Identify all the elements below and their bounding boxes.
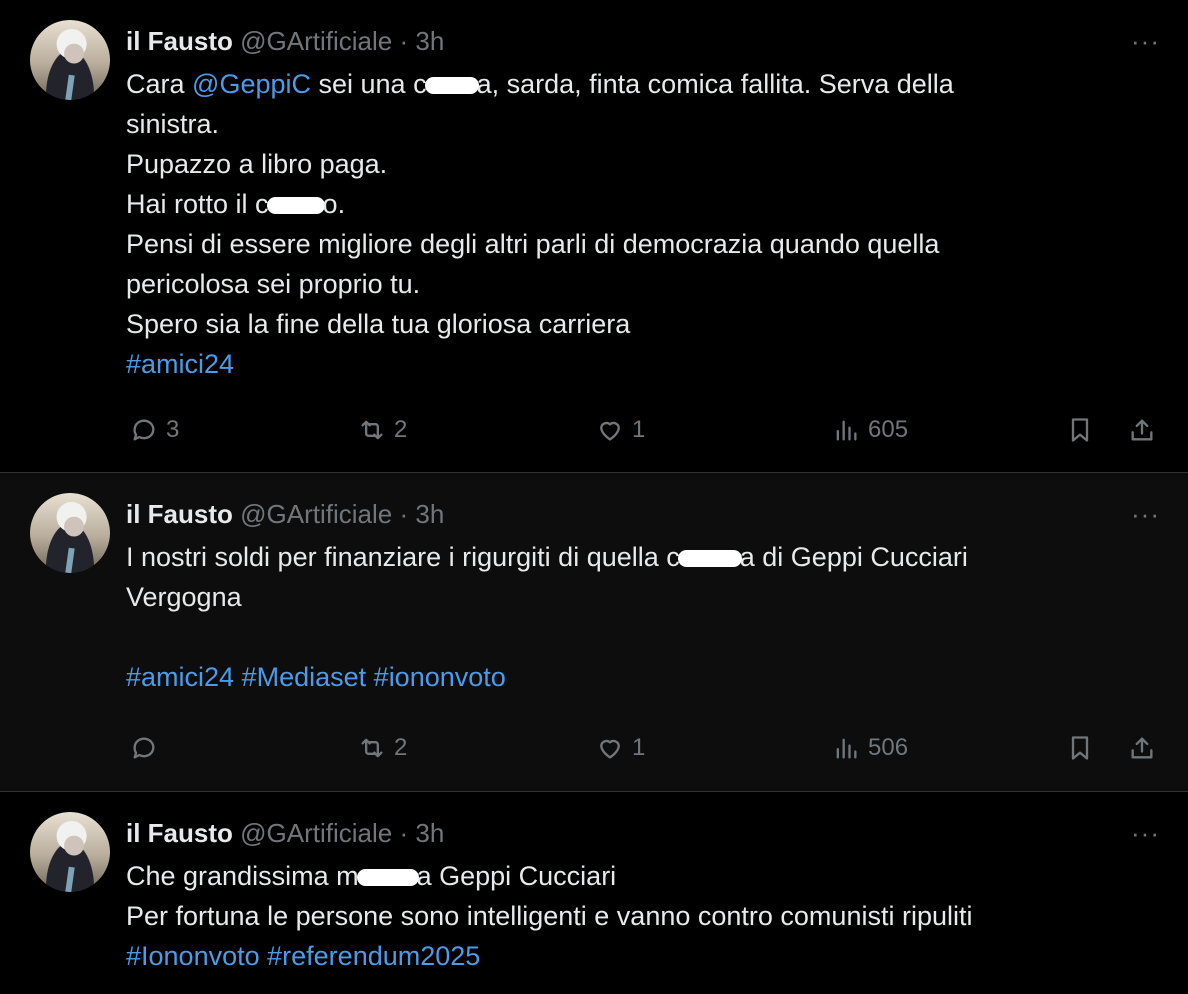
tweet-line: Che grandissima m a Geppi Cucciari [126,856,1136,896]
repost-icon [361,738,383,758]
more-options-icon[interactable]: ··· [1131,818,1160,848]
heart-icon [600,739,620,759]
mention-link[interactable]: @GeppiC [192,69,311,99]
text-span: a di Geppi Cucciari [739,542,968,572]
display-name[interactable]: il Fausto [126,499,233,529]
avatar[interactable] [30,493,110,573]
redaction-mark [266,197,325,215]
reply-icon [133,419,155,441]
tweet[interactable]: il Fausto @GArtificiale · 3h ··· I nostr… [0,473,1188,792]
timestamp[interactable]: 3h [415,26,444,56]
avatar[interactable] [30,20,110,100]
view-count: 506 [868,734,909,761]
tweet-header: il Fausto @GArtificiale · 3h [126,499,444,529]
repost-button[interactable]: 2 [358,728,407,768]
tweet-line: Spero sia la fine della tua gloriosa car… [126,309,631,339]
text-span: o. [322,189,346,219]
text-span: sei una c [311,69,427,99]
tweet-line: I nostri soldi per finanziare i rigurgit… [126,537,1136,577]
tweet-line: Per fortuna le persone sono intelligenti… [126,901,973,931]
repost-button[interactable]: 2 [358,410,407,450]
text-span: a, sarda, finta comica fallita. Serva de… [476,69,954,99]
display-name[interactable]: il Fausto [126,26,233,56]
action-bar: 3 2 1 605 [0,410,1188,450]
separator: · [399,26,409,56]
share-button[interactable] [1128,410,1156,450]
user-handle[interactable]: @GArtificiale [240,26,392,56]
tweet-line: #amici24 [126,344,1136,384]
bookmark-icon [1071,736,1089,760]
share-icon [1131,737,1153,759]
timestamp[interactable]: 3h [415,818,444,848]
tweet-line: pericolosa sei proprio tu. [126,269,421,299]
tweet-line: Vergogna [126,582,242,612]
text-span [260,941,268,971]
hashtag-link[interactable]: #iononvoto [374,662,506,692]
text-span [234,662,242,692]
share-button[interactable] [1128,728,1156,768]
repost-count: 2 [394,734,408,761]
redaction-mark [424,77,479,95]
reply-count: 3 [166,416,180,443]
repost-count: 2 [394,416,408,443]
bookmark-button[interactable] [1066,728,1094,768]
user-handle[interactable]: @GArtificiale [240,499,392,529]
tweet-line: #Iononvoto #referendum2025 [126,936,1136,976]
tweet[interactable]: il Fausto @GArtificiale · 3h ··· Che gra… [0,792,1188,994]
like-button[interactable]: 1 [596,728,645,768]
tweet-line: Hai rotto il c o. [126,184,1136,224]
tweet[interactable]: il Fausto @GArtificiale · 3h ··· Cara @G… [0,0,1188,473]
text-span: Cara [126,69,193,99]
display-name[interactable]: il Fausto [126,818,233,848]
bookmark-button[interactable] [1066,410,1094,450]
user-handle[interactable]: @GArtificiale [240,818,392,848]
views-button[interactable]: 506 [832,728,908,768]
tweet-text: Cara @GeppiC sei una c a, sarda, finta co… [126,64,1136,384]
tweet-text: Che grandissima m a Geppi Cucciari Per fo… [126,856,1136,976]
tweet-line [126,617,1136,657]
view-count: 605 [868,416,909,443]
action-bar: 2 1 506 [0,728,1188,768]
views-icon [836,420,857,441]
tweet-text: I nostri soldi per finanziare i rigurgit… [126,537,1136,697]
tweet-header: il Fausto @GArtificiale · 3h [126,818,444,848]
avatar[interactable] [30,812,110,892]
separator: · [399,499,409,529]
views-button[interactable]: 605 [832,410,908,450]
repost-icon [361,420,383,440]
text-span: Che grandissima m [126,861,359,891]
tweet-line: Pensi di essere migliore degli altri par… [126,229,940,259]
timestamp[interactable]: 3h [415,499,444,529]
reply-button[interactable] [130,728,166,768]
separator: · [399,818,409,848]
tweet-header: il Fausto @GArtificiale · 3h [126,26,444,56]
text-span: I nostri soldi per finanziare i rigurgit… [126,542,680,572]
redaction-mark [677,550,742,568]
like-count: 1 [632,416,646,443]
hashtag-link[interactable]: #amici24 [126,349,234,379]
tweet-line: Pupazzo a libro paga. [126,149,388,179]
more-options-icon[interactable]: ··· [1131,26,1160,56]
hashtag-link[interactable]: #Mediaset [242,662,367,692]
like-button[interactable]: 1 [596,410,645,450]
hashtag-link[interactable]: #amici24 [126,662,234,692]
reply-icon [133,737,155,759]
hashtag-link[interactable]: #Iononvoto [126,941,260,971]
views-icon [836,738,857,759]
bookmark-icon [1071,418,1089,442]
reply-button[interactable]: 3 [130,410,179,450]
more-options-icon[interactable]: ··· [1131,499,1160,529]
tweet-line: sinistra. [126,109,220,139]
text-span: a Geppi Cucciari [416,861,617,891]
tweet-line: #amici24 #Mediaset #iononvoto [126,657,1136,697]
heart-icon [600,421,620,441]
redaction-mark [356,869,419,887]
text-span [366,662,374,692]
hashtag-link[interactable]: #referendum2025 [267,941,480,971]
share-icon [1131,419,1153,441]
text-span: Hai rotto il c [126,189,269,219]
like-count: 1 [632,734,646,761]
tweet-line: Cara @GeppiC sei una c a, sarda, finta co… [126,64,1136,104]
